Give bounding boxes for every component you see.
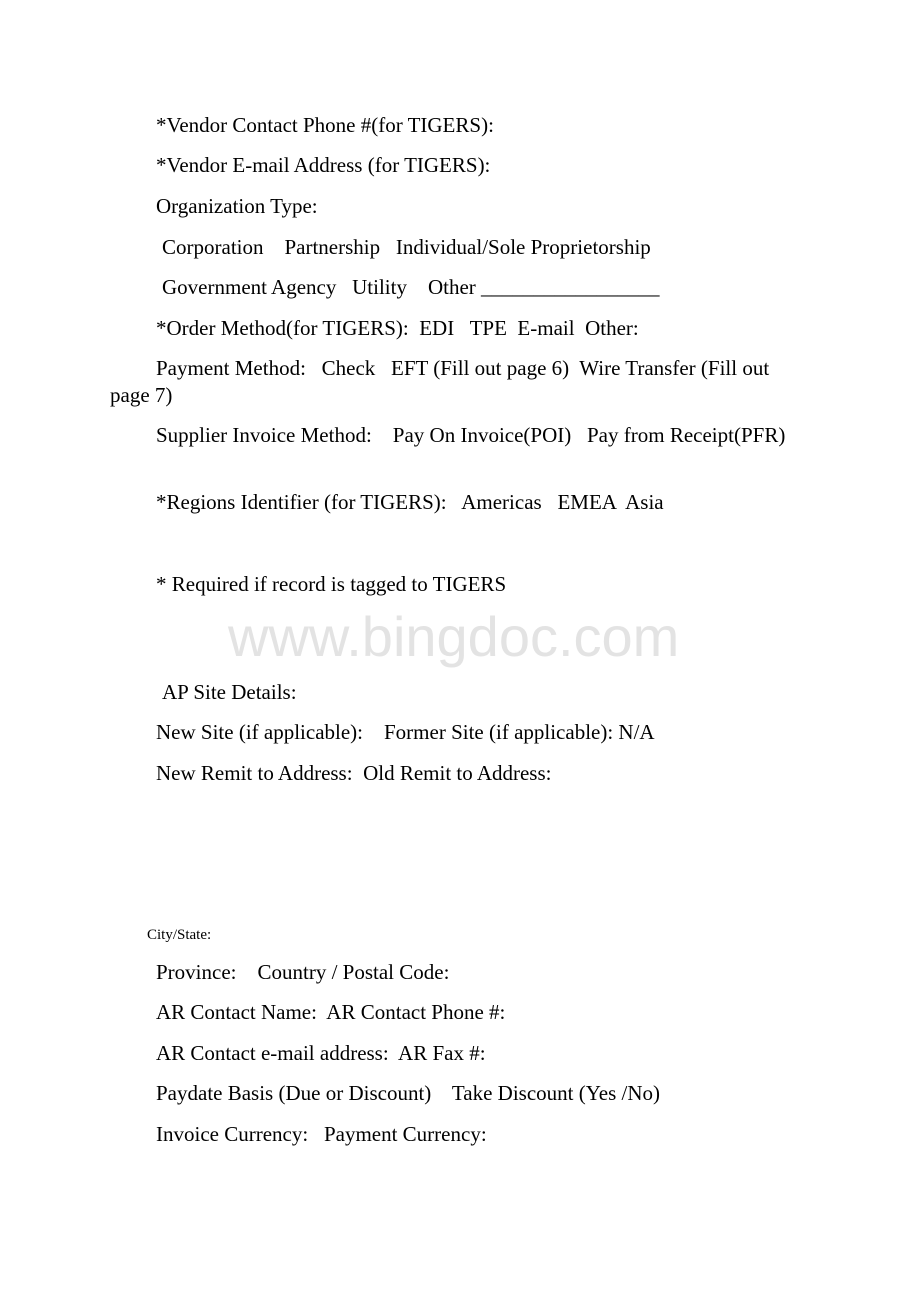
city-state-label: City/State: (147, 927, 212, 943)
site-line: New Site (if applicable): Former Site (i… (156, 720, 655, 744)
watermark: www.bingdoc.com (228, 605, 680, 668)
required-note: * Required if record is tagged to TIGERS (156, 572, 507, 596)
province-line: Province: Country / Postal Code: (156, 960, 450, 984)
ar-contact-line: AR Contact Name: AR Contact Phone #: (156, 1000, 506, 1024)
supplier-invoice-method-line: Supplier Invoice Method: Pay On Invoice(… (156, 423, 786, 447)
vendor-email-label: *Vendor E-mail Address (for TIGERS): (156, 153, 491, 177)
regions-identifier-line: *Regions Identifier (for TIGERS): Americ… (156, 490, 664, 514)
order-method-line: *Order Method(for TIGERS): EDI TPE E-mai… (156, 316, 639, 340)
vendor-contact-phone-label: *Vendor Contact Phone #(for TIGERS): (156, 113, 494, 137)
ar-email-fax-line: AR Contact e-mail address: AR Fax #: (156, 1041, 486, 1065)
organization-type-label: Organization Type: (156, 194, 318, 218)
organization-type-options-row1: Corporation Partnership Individual/Sole … (162, 235, 651, 259)
paydate-discount-line: Paydate Basis (Due or Discount) Take Dis… (156, 1081, 661, 1105)
currency-line: Invoice Currency: Payment Currency: (156, 1122, 487, 1146)
payment-method-line: Payment Method: Check EFT (Fill out page… (110, 356, 775, 407)
ap-site-details-heading: AP Site Details: (162, 680, 297, 704)
remit-address-line: New Remit to Address: Old Remit to Addre… (156, 761, 552, 785)
organization-type-options-row2: Government Agency Utility Other ________… (162, 275, 660, 299)
